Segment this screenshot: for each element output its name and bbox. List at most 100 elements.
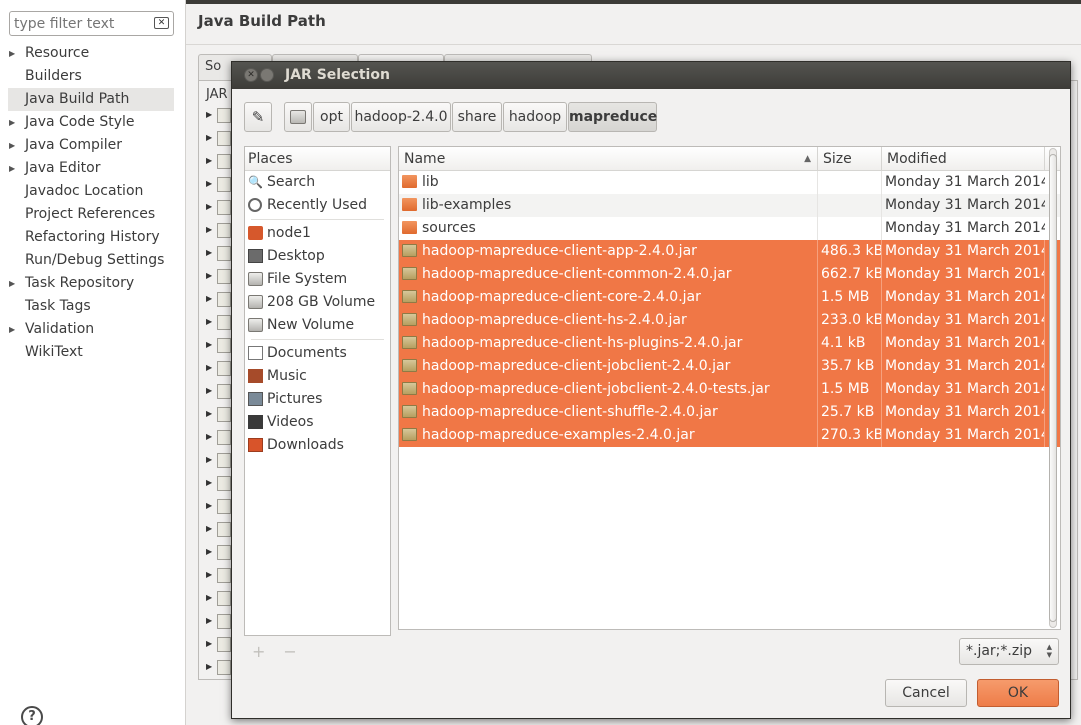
jar-file-icon xyxy=(402,244,417,257)
place-item-music[interactable]: Music xyxy=(245,365,390,388)
scrollbar-thumb[interactable] xyxy=(1049,154,1057,622)
library-row: ▶ xyxy=(203,380,233,403)
file-row[interactable]: hadoop-mapreduce-client-hs-2.4.0.jar 233.… xyxy=(399,309,1060,332)
file-row[interactable]: hadoop-mapreduce-client-jobclient-2.4.0-… xyxy=(399,378,1060,401)
tree-item-refactoring-history[interactable]: Refactoring History xyxy=(0,226,186,249)
expand-arrow-icon[interactable]: ▶ xyxy=(9,111,15,134)
expand-arrow-icon: ▶ xyxy=(206,524,213,533)
tree-item-task-repository[interactable]: ▶ Task Repository xyxy=(0,272,186,295)
file-row[interactable]: hadoop-mapreduce-examples-2.4.0.jar 270.3… xyxy=(399,424,1060,447)
place-item-documents[interactable]: Documents xyxy=(245,342,390,365)
column-modified-header[interactable]: Modified xyxy=(882,147,1045,171)
place-item-videos[interactable]: Videos xyxy=(245,411,390,434)
file-modified: Monday 31 March 2014 xyxy=(885,197,1045,213)
place-item-208-gb-volume[interactable]: 208 GB Volume xyxy=(245,291,390,314)
filter-field[interactable]: ✕ xyxy=(9,11,174,36)
file-row[interactable]: hadoop-mapreduce-client-app-2.4.0.jar 486… xyxy=(399,240,1060,263)
tree-item-builders[interactable]: Builders xyxy=(0,65,186,88)
jar-icon xyxy=(217,361,231,376)
tree-item-javadoc-location[interactable]: Javadoc Location xyxy=(0,180,186,203)
file-list-header: Name ▲ Size Modified xyxy=(399,147,1060,171)
remove-place-button[interactable]: − xyxy=(283,642,314,661)
path-segment-mapreduce[interactable]: mapreduce xyxy=(568,102,657,132)
file-name: lib-examples xyxy=(422,197,512,213)
ok-button[interactable]: OK xyxy=(977,679,1059,707)
tree-item-java-compiler[interactable]: ▶ Java Compiler xyxy=(0,134,186,157)
library-row: ▶ xyxy=(203,196,233,219)
library-row: ▶ xyxy=(203,656,233,679)
place-item-node1[interactable]: node1 xyxy=(245,222,390,245)
filter-input[interactable] xyxy=(10,12,150,35)
place-label: 208 GB Volume xyxy=(267,294,376,310)
library-row: ▶ xyxy=(203,150,233,173)
file-row[interactable]: lib-examples Monday 31 March 2014 xyxy=(399,194,1060,217)
places-buttons: +− xyxy=(252,642,315,661)
place-item-search[interactable]: 🔍 Search xyxy=(245,171,390,194)
jar-icon xyxy=(217,568,231,583)
file-name: sources xyxy=(422,220,476,236)
tree-item-label: Refactoring History xyxy=(25,229,160,245)
pictures-icon xyxy=(248,392,263,406)
add-place-button[interactable]: + xyxy=(252,642,283,661)
folder-icon xyxy=(402,198,417,211)
file-row[interactable]: hadoop-mapreduce-client-jobclient-2.4.0.… xyxy=(399,355,1060,378)
expand-arrow-icon: ▶ xyxy=(206,478,213,487)
file-row[interactable]: hadoop-mapreduce-client-hs-plugins-2.4.0… xyxy=(399,332,1060,355)
expand-arrow-icon[interactable]: ▶ xyxy=(9,42,15,65)
place-item-new-volume[interactable]: New Volume xyxy=(245,314,390,337)
expand-arrow-icon[interactable]: ▶ xyxy=(9,157,15,180)
path-segment-share[interactable]: share xyxy=(452,102,502,132)
column-name-header[interactable]: Name ▲ xyxy=(399,147,818,171)
expand-arrow-icon[interactable]: ▶ xyxy=(9,272,15,295)
expand-arrow-icon[interactable]: ▶ xyxy=(9,318,15,341)
expand-arrow-icon[interactable]: ▶ xyxy=(9,134,15,157)
expand-arrow-icon: ▶ xyxy=(206,133,213,142)
restore-icon[interactable] xyxy=(260,68,274,82)
tree-item-resource[interactable]: ▶ Resource xyxy=(0,42,186,65)
file-row[interactable]: hadoop-mapreduce-client-core-2.4.0.jar 1.… xyxy=(399,286,1060,309)
location-edit-button[interactable]: ✎ xyxy=(244,102,272,132)
places-header[interactable]: Places xyxy=(245,147,390,171)
close-icon[interactable]: ✕ xyxy=(244,68,258,82)
help-icon[interactable]: ? xyxy=(21,706,43,725)
tree-item-wikitext[interactable]: WikiText xyxy=(0,341,186,364)
jar-icon xyxy=(217,315,231,330)
tree-item-label: Java Build Path xyxy=(25,91,130,107)
clear-icon[interactable]: ✕ xyxy=(154,17,169,29)
file-row[interactable]: lib Monday 31 March 2014 xyxy=(399,171,1060,194)
file-list-scrollbar[interactable] xyxy=(1047,148,1059,628)
place-item-pictures[interactable]: Pictures xyxy=(245,388,390,411)
path-segment-hadoop-version[interactable]: hadoop-2.4.0 xyxy=(351,102,451,132)
tree-item-run-debug-settings[interactable]: Run/Debug Settings xyxy=(0,249,186,272)
tree-item-java-code-style[interactable]: ▶ Java Code Style xyxy=(0,111,186,134)
place-item-downloads[interactable]: Downloads xyxy=(245,434,390,457)
column-size-header[interactable]: Size xyxy=(818,147,882,171)
file-row[interactable]: hadoop-mapreduce-client-shuffle-2.4.0.ja… xyxy=(399,401,1060,424)
tree-item-validation[interactable]: ▶ Validation xyxy=(0,318,186,341)
tree-item-label: Project References xyxy=(25,206,156,222)
tree-item-label: Task Tags xyxy=(25,298,91,314)
tree-item-java-build-path[interactable]: Java Build Path xyxy=(8,88,174,111)
place-item-file-system[interactable]: File System xyxy=(245,268,390,291)
place-item-recently-used[interactable]: Recently Used xyxy=(245,194,390,217)
tree-item-project-references[interactable]: Project References xyxy=(0,203,186,226)
path-segment-hadoop[interactable]: hadoop xyxy=(503,102,567,132)
jar-icon xyxy=(217,384,231,399)
tree-item-task-tags[interactable]: Task Tags xyxy=(0,295,186,318)
library-row: ▶ xyxy=(203,472,233,495)
tree-item-java-editor[interactable]: ▶ Java Editor xyxy=(0,157,186,180)
pencil-icon: ✎ xyxy=(251,108,265,126)
jar-file-icon xyxy=(402,336,417,349)
page-title: Java Build Path xyxy=(198,12,326,30)
file-row[interactable]: hadoop-mapreduce-client-common-2.4.0.jar… xyxy=(399,263,1060,286)
file-type-filter[interactable]: *.jar;*.zip ▲ ▼ xyxy=(959,638,1059,665)
cancel-button[interactable]: Cancel xyxy=(885,679,967,707)
place-label: Documents xyxy=(267,345,347,361)
jar-file-icon xyxy=(402,267,417,280)
path-segment-opt[interactable]: opt xyxy=(313,102,350,132)
file-row[interactable]: sources Monday 31 March 2014 xyxy=(399,217,1060,240)
path-root-button[interactable] xyxy=(284,102,312,132)
jar-icon xyxy=(217,637,231,652)
file-size: 35.7 kB xyxy=(818,355,882,378)
place-item-desktop[interactable]: Desktop xyxy=(245,245,390,268)
